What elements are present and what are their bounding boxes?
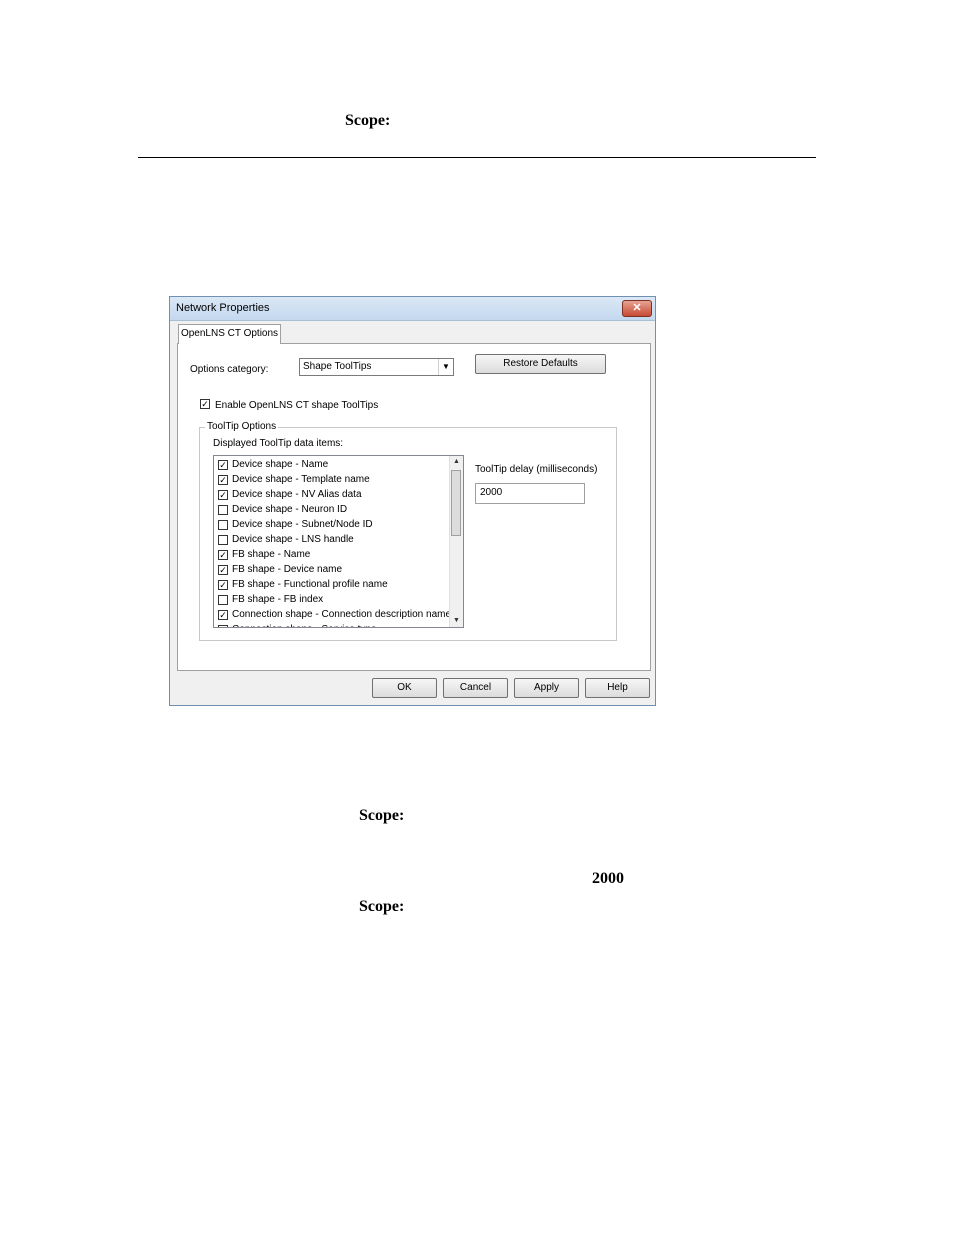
restore-defaults-button[interactable]: Restore Defaults	[475, 354, 606, 374]
item-label: Connection shape - Service type	[232, 624, 377, 627]
item-checkbox[interactable]: ✓	[218, 490, 228, 500]
apply-button[interactable]: Apply	[514, 678, 579, 698]
tab-openlns-ct-options[interactable]: OpenLNS CT Options	[178, 324, 281, 344]
item-label: Device shape - Template name	[232, 474, 370, 485]
scope-label: Scope:	[359, 807, 405, 824]
options-category-select[interactable]: Shape ToolTips ▼	[299, 358, 454, 376]
item-label: Device shape - Subnet/Node ID	[232, 519, 373, 530]
item-label: Device shape - LNS handle	[232, 534, 354, 545]
scope-label: Scope:	[359, 898, 405, 915]
item-checkbox[interactable]	[218, 535, 228, 545]
item-checkbox[interactable]	[218, 520, 228, 530]
enable-tooltips-checkbox[interactable]: ✓	[200, 399, 210, 409]
chevron-down-icon: ▼	[438, 359, 453, 375]
scope-label: Scope:	[345, 112, 391, 129]
scroll-up-icon[interactable]: ▲	[450, 456, 463, 468]
dialog-title: Network Properties	[176, 302, 270, 314]
item-label: Connection shape - Connection descriptio…	[232, 609, 452, 620]
close-icon: ✕	[632, 302, 642, 314]
item-checkbox[interactable]	[218, 595, 228, 605]
cancel-button[interactable]: Cancel	[443, 678, 508, 698]
item-checkbox[interactable]: ✓	[218, 625, 228, 627]
tab-panel: Options category: Shape ToolTips ▼ Resto…	[177, 343, 651, 671]
help-button[interactable]: Help	[585, 678, 650, 698]
ok-button[interactable]: OK	[372, 678, 437, 698]
item-label: FB shape - FB index	[232, 594, 324, 605]
scroll-down-icon[interactable]: ▼	[450, 615, 463, 627]
item-checkbox[interactable]: ✓	[218, 610, 228, 620]
scroll-thumb[interactable]	[451, 470, 461, 536]
item-checkbox[interactable]: ✓	[218, 460, 228, 470]
item-checkbox[interactable]: ✓	[218, 565, 228, 575]
item-label: FB shape - Functional profile name	[232, 579, 388, 590]
enable-tooltips-label: Enable OpenLNS CT shape ToolTips	[215, 400, 379, 411]
close-button[interactable]: ✕	[622, 300, 652, 317]
options-category-label: Options category:	[190, 364, 269, 375]
network-properties-dialog: Network Properties ✕ OpenLNS CT Options …	[169, 296, 656, 706]
tooltip-items-list[interactable]: ✓ Device shape - Name ✓ Device shape - Temp…	[213, 455, 464, 628]
default-value-text: 2000	[592, 870, 624, 887]
tooltip-delay-label: ToolTip delay (milliseconds)	[475, 464, 598, 475]
item-label: Device shape - Name	[232, 459, 329, 470]
tooltip-delay-input[interactable]: 2000	[475, 483, 585, 504]
item-checkbox[interactable]	[218, 505, 228, 515]
displayed-items-label: Displayed ToolTip data items:	[213, 438, 344, 449]
item-label: FB shape - Device name	[232, 564, 343, 575]
item-checkbox[interactable]: ✓	[218, 475, 228, 485]
item-checkbox[interactable]: ✓	[218, 580, 228, 590]
tooltip-delay-value: 2000	[480, 487, 503, 498]
item-label: Device shape - Neuron ID	[232, 504, 348, 515]
item-checkbox[interactable]: ✓	[218, 550, 228, 560]
item-label: FB shape - Name	[232, 549, 311, 560]
list-scrollbar[interactable]: ▲ ▼	[449, 456, 463, 627]
title-bar[interactable]: Network Properties ✕	[170, 297, 655, 321]
item-label: Device shape - NV Alias data	[232, 489, 362, 500]
group-title: ToolTip Options	[205, 421, 279, 432]
options-category-value: Shape ToolTips	[303, 361, 372, 372]
horizontal-rule	[138, 157, 816, 158]
